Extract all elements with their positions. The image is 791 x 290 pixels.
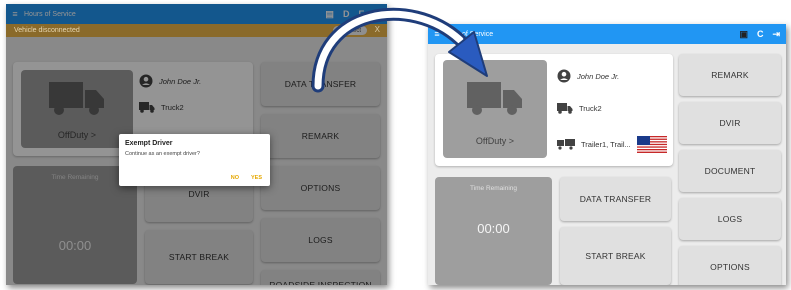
driver-icon[interactable]: ▣ [739, 29, 748, 40]
vehicle-name: Truck2 [579, 104, 602, 113]
banner-text: Vehicle disconnected [14, 27, 80, 34]
dialog-yes-button[interactable]: YES [251, 175, 262, 181]
dialog-title: Exempt Driver [125, 140, 173, 147]
app-bar-actions: ▣ C ⇥ [739, 29, 786, 40]
trailer-row: Trailer1, Trail... [557, 136, 667, 153]
driver-row: John Doe Jr. [557, 69, 619, 83]
comparison-figure: ≡ Hours of Service ▤ D E ⇥ OffDuty > Joh… [0, 0, 791, 290]
dialog-actions: NO YES [231, 175, 262, 181]
right-content: OffDuty > John Doe Jr. Truck2 Trailer1, … [428, 44, 786, 285]
vehicle-disconnected-banner: Vehicle disconnected Connect X [6, 24, 387, 37]
data-transfer-button[interactable]: DATA TRANSFER [560, 177, 671, 221]
driver-name: John Doe Jr. [577, 71, 620, 81]
logout-icon[interactable]: ⇥ [772, 29, 780, 40]
menu-icon[interactable]: ≡ [428, 29, 446, 39]
chevron-right-icon: > [508, 136, 515, 146]
refresh-icon[interactable]: C [757, 29, 764, 40]
right-screen: ≡ of Service ▣ C ⇥ OffDuty > John Doe Jr… [428, 24, 786, 285]
us-flag-icon [636, 136, 667, 153]
vehicle-icon [557, 103, 573, 114]
dvir-button[interactable]: DVIR [679, 102, 781, 144]
time-remaining-value: 00:00 [477, 221, 510, 236]
right-app-bar: ≡ of Service ▣ C ⇥ [428, 24, 786, 44]
trailer-icon [557, 139, 575, 150]
remark-button[interactable]: REMARK [679, 54, 781, 96]
connect-button[interactable]: Connect [332, 26, 367, 35]
vehicle-row: Truck2 [557, 103, 602, 114]
trailer-names: Trailer1, Trail... [581, 140, 631, 149]
logs-button[interactable]: LOGS [679, 198, 781, 240]
time-remaining-label: Time Remaining [469, 185, 518, 192]
left-screen: ≡ Hours of Service ▤ D E ⇥ OffDuty > Joh… [6, 4, 387, 285]
duty-status-tile[interactable]: OffDuty > [443, 60, 547, 158]
account-circle-icon [557, 69, 571, 83]
close-icon[interactable]: X [375, 25, 380, 34]
dialog-no-button[interactable]: NO [231, 175, 239, 181]
truck-icon [467, 82, 522, 115]
duty-status-label: OffDuty [475, 136, 507, 146]
document-button[interactable]: DOCUMENT [679, 150, 781, 192]
exempt-driver-dialog: Exempt Driver Continue as an exempt driv… [119, 134, 270, 186]
start-break-button[interactable]: START BREAK [560, 227, 671, 285]
app-title: of Service [462, 30, 494, 38]
time-remaining-tile: Time Remaining 00:00 [435, 177, 552, 285]
options-button[interactable]: OPTIONS [679, 246, 781, 285]
driver-card: OffDuty > John Doe Jr. [435, 54, 673, 166]
dialog-message: Continue as an exempt driver? [125, 151, 200, 157]
